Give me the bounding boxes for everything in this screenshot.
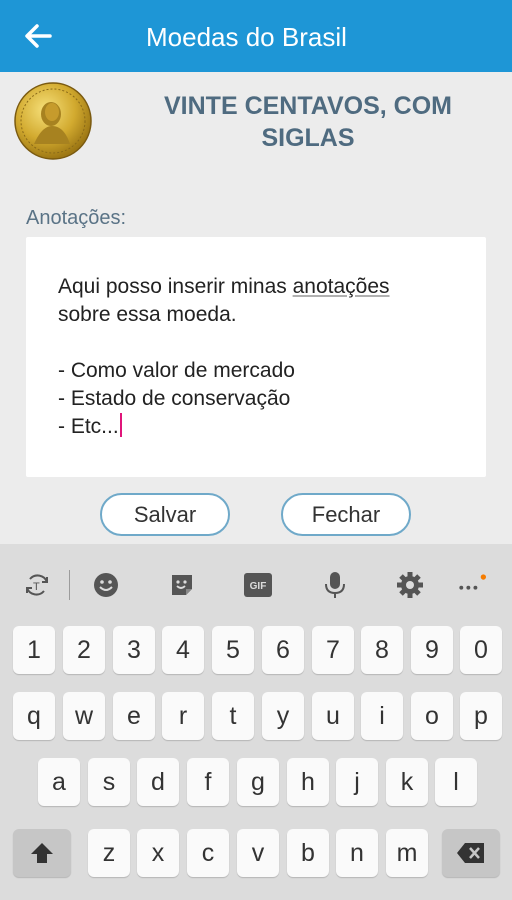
settings-icon[interactable] xyxy=(395,570,425,600)
notes-label: Anotações: xyxy=(26,207,127,229)
notes-line2: sobre essa moeda. xyxy=(58,303,237,326)
keyboard-toolbar: T GIF xyxy=(0,544,512,622)
app-bar: Moedas do Brasil xyxy=(0,0,512,72)
key-9[interactable]: 9 xyxy=(411,626,453,674)
key-a[interactable]: a xyxy=(38,758,80,806)
more-icon[interactable] xyxy=(456,570,486,600)
key-d[interactable]: d xyxy=(137,758,179,806)
emoji-icon[interactable] xyxy=(91,570,121,600)
coin-image xyxy=(14,82,92,160)
key-v[interactable]: v xyxy=(237,829,279,877)
mic-icon[interactable] xyxy=(320,570,350,600)
close-button[interactable]: Fechar xyxy=(281,493,411,536)
key-c[interactable]: c xyxy=(187,829,229,877)
shift-key[interactable] xyxy=(13,829,71,877)
key-2[interactable]: 2 xyxy=(63,626,105,674)
keyboard: T GIF 1 2 3 4 5 6 7 8 9 0 q w e r t y u … xyxy=(0,544,512,900)
key-x[interactable]: x xyxy=(137,829,179,877)
gif-icon[interactable]: GIF xyxy=(243,570,273,600)
key-j[interactable]: j xyxy=(336,758,378,806)
arrow-left-icon xyxy=(25,24,52,48)
notes-line5: - Etc... xyxy=(58,415,119,438)
key-k[interactable]: k xyxy=(386,758,428,806)
key-e[interactable]: e xyxy=(113,692,155,740)
key-m[interactable]: m xyxy=(386,829,428,877)
key-4[interactable]: 4 xyxy=(162,626,204,674)
key-n[interactable]: n xyxy=(336,829,378,877)
notes-textarea[interactable]: Aqui posso inserir minas anotações sobre… xyxy=(26,237,486,477)
key-r[interactable]: r xyxy=(162,692,204,740)
key-f[interactable]: f xyxy=(187,758,229,806)
key-t[interactable]: t xyxy=(212,692,254,740)
save-button[interactable]: Salvar xyxy=(100,493,230,536)
key-h[interactable]: h xyxy=(287,758,329,806)
key-y[interactable]: y xyxy=(262,692,304,740)
key-3[interactable]: 3 xyxy=(113,626,155,674)
key-q[interactable]: q xyxy=(13,692,55,740)
coin-name-line1: VINTE CENTAVOS, COM xyxy=(164,92,452,120)
sticker-icon[interactable] xyxy=(167,570,197,600)
page-title: Moedas do Brasil xyxy=(146,22,347,52)
svg-text:T: T xyxy=(33,581,40,593)
notes-line4: - Estado de conservação xyxy=(58,387,291,410)
key-i[interactable]: i xyxy=(361,692,403,740)
key-w[interactable]: w xyxy=(63,692,105,740)
key-0[interactable]: 0 xyxy=(460,626,502,674)
key-6[interactable]: 6 xyxy=(262,626,304,674)
backspace-icon xyxy=(457,843,484,863)
key-u[interactable]: u xyxy=(312,692,354,740)
key-7[interactable]: 7 xyxy=(312,626,354,674)
key-s[interactable]: s xyxy=(88,758,130,806)
notes-line1-pre: Aqui posso inserir minas xyxy=(58,275,293,298)
translate-icon[interactable]: T xyxy=(22,570,52,600)
key-5[interactable]: 5 xyxy=(212,626,254,674)
notes-line1-word: anotações xyxy=(292,275,390,298)
coin-name: VINTE CENTAVOS, COM SIGLAS xyxy=(120,90,496,154)
key-o[interactable]: o xyxy=(411,692,453,740)
back-button[interactable] xyxy=(20,18,56,54)
key-p[interactable]: p xyxy=(460,692,502,740)
key-b[interactable]: b xyxy=(287,829,329,877)
coin-name-line2: SIGLAS xyxy=(261,124,355,152)
key-z[interactable]: z xyxy=(88,829,130,877)
notes-line3: - Como valor de mercado xyxy=(58,359,295,382)
key-8[interactable]: 8 xyxy=(361,626,403,674)
backspace-key[interactable] xyxy=(442,829,500,877)
key-g[interactable]: g xyxy=(237,758,279,806)
key-l[interactable]: l xyxy=(435,758,477,806)
toolbar-divider xyxy=(69,570,70,600)
svg-text:GIF: GIF xyxy=(250,581,267,592)
key-1[interactable]: 1 xyxy=(13,626,55,674)
text-cursor xyxy=(119,413,122,437)
shift-icon xyxy=(31,843,53,863)
